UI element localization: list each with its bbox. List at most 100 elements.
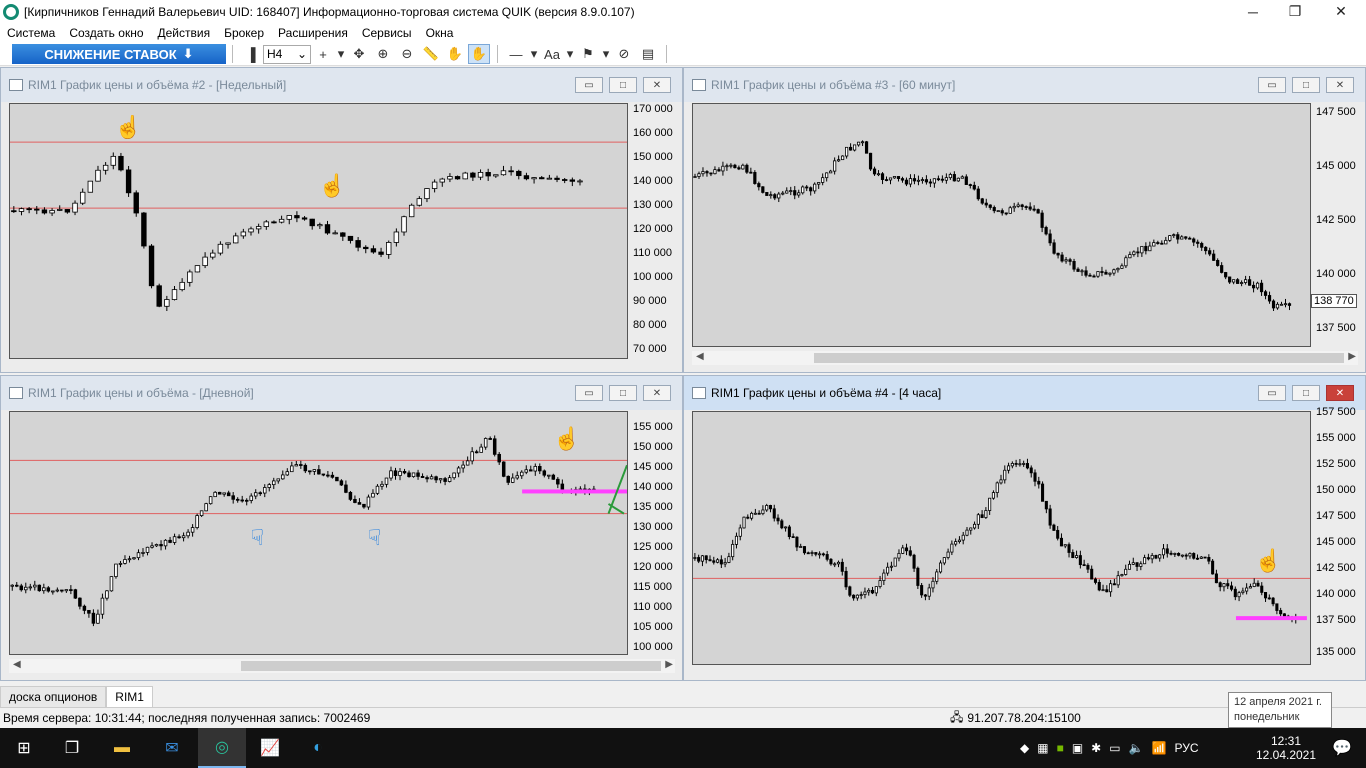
volume-icon[interactable]: 🔈 — [1129, 741, 1144, 755]
timeframe-select[interactable]: H4 ⌄ — [263, 44, 311, 64]
panel-minimize-button[interactable]: ▭ — [1258, 77, 1286, 93]
candle-body — [485, 172, 491, 177]
menu-system[interactable]: Система — [0, 26, 62, 40]
file-explorer-icon[interactable]: ▬ — [98, 728, 146, 768]
price-axis: 147 500 145 000 142 500 140 000 137 500 — [1316, 106, 1366, 346]
chart-type-icon[interactable]: ▐ — [240, 44, 262, 64]
dropdown-arrow-icon[interactable]: ▾ — [565, 44, 575, 64]
tray-app-icon[interactable]: ◆ — [1020, 741, 1029, 755]
candle-body — [880, 173, 885, 180]
windows-start-icon[interactable]: ⊞ — [0, 728, 48, 768]
panel-maximize-button[interactable]: □ — [609, 77, 637, 93]
nvidia-icon[interactable]: ■ — [1057, 741, 1064, 755]
dropdown-arrow-icon[interactable]: ▾ — [336, 44, 346, 64]
price-chart-area[interactable] — [692, 103, 1311, 347]
move-icon[interactable]: ✥ — [348, 44, 370, 64]
hide-drawings-icon[interactable]: ⊘ — [613, 44, 635, 64]
notifications-icon[interactable]: 💬 — [1318, 728, 1366, 768]
candle-body — [569, 179, 576, 182]
horizontal-scrollbar[interactable]: ◀ ▶ — [9, 659, 675, 673]
candle-body — [41, 209, 48, 214]
y-tick: 155 000 — [633, 421, 673, 433]
close-button[interactable]: ✕ — [1318, 0, 1364, 23]
tray-screen-icon[interactable]: ▣ — [1072, 741, 1083, 755]
panel-close-button[interactable]: ✕ — [1326, 385, 1354, 401]
candlestick-chart[interactable]: ☝ — [693, 412, 1310, 664]
menu-create-window[interactable]: Создать окно — [62, 26, 150, 40]
marker-icon[interactable]: ⚑ — [577, 44, 599, 64]
tray-monitor-icon[interactable]: ▦ — [1037, 741, 1048, 755]
mail-icon[interactable]: ✉ — [148, 728, 196, 768]
panel-minimize-button[interactable]: ▭ — [1258, 385, 1286, 401]
panel-close-button[interactable]: ✕ — [643, 77, 671, 93]
tray-settings-icon[interactable]: ✱ — [1091, 741, 1101, 755]
candlestick-chart[interactable] — [693, 104, 1310, 346]
tab-options-board[interactable]: доска опционов — [0, 686, 107, 707]
panel-minimize-button[interactable]: ▭ — [575, 77, 603, 93]
menu-broker[interactable]: Брокер — [217, 26, 271, 40]
candle-body — [1154, 555, 1158, 559]
minimize-button[interactable]: ─ — [1230, 0, 1276, 23]
wifi-icon[interactable]: 📶 — [1152, 741, 1167, 755]
panel-close-button[interactable]: ✕ — [1326, 77, 1354, 93]
ruler-icon[interactable]: 📏 — [420, 44, 442, 64]
candle-body — [946, 551, 950, 558]
panel-maximize-button[interactable]: □ — [609, 385, 637, 401]
panel-minimize-button[interactable]: ▭ — [575, 385, 603, 401]
crosshair-icon[interactable]: + — [312, 44, 334, 64]
battery-icon[interactable]: ▭ — [1109, 741, 1120, 755]
panel-close-button[interactable]: ✕ — [643, 385, 671, 401]
candlestick-chart[interactable]: ☟ ☟ ☝ — [10, 412, 628, 654]
menu-actions[interactable]: Действия — [151, 26, 218, 40]
menu-extensions[interactable]: Расширения — [271, 26, 355, 40]
panel-maximize-button[interactable]: □ — [1292, 77, 1320, 93]
candle-body — [844, 570, 848, 588]
panel-maximize-button[interactable]: □ — [1292, 385, 1320, 401]
hand-pan-icon[interactable]: ✋ — [468, 44, 490, 64]
zoom-in-icon[interactable]: ⊕ — [372, 44, 394, 64]
y-tick: 140 000 — [1316, 588, 1356, 600]
scroll-thumb[interactable] — [814, 353, 1344, 363]
language-indicator[interactable]: РУС — [1174, 741, 1198, 755]
candle-body — [908, 178, 913, 185]
candle-body — [1025, 463, 1029, 469]
candle-body — [957, 539, 961, 542]
candle-body — [401, 216, 407, 233]
scroll-left-icon[interactable]: ◀ — [13, 659, 21, 670]
task-view-icon[interactable]: ❐ — [48, 728, 96, 768]
layers-icon[interactable]: ▤ — [637, 44, 659, 64]
menu-services[interactable]: Сервисы — [355, 26, 419, 40]
clock[interactable]: 12:31 12.04.2021 — [1254, 728, 1318, 768]
chevron-down-icon: ⌄ — [296, 47, 307, 61]
line-tool-icon[interactable]: — — [505, 44, 527, 64]
candle-body — [150, 545, 154, 548]
scroll-left-icon[interactable]: ◀ — [696, 351, 704, 362]
chart-app-icon[interactable]: 📈 — [246, 728, 294, 768]
scroll-right-icon[interactable]: ▶ — [665, 659, 673, 670]
tab-rim1[interactable]: RIM1 — [106, 686, 153, 707]
candle-body — [1287, 303, 1292, 306]
candle-body — [904, 179, 909, 185]
hand-icon[interactable]: ✋ — [444, 44, 466, 64]
candle-body — [208, 496, 213, 505]
zoom-out-icon[interactable]: ⊖ — [396, 44, 418, 64]
scroll-thumb[interactable] — [241, 661, 661, 671]
dropdown-arrow-icon[interactable]: ▾ — [529, 44, 539, 64]
horizontal-scrollbar[interactable]: ◀ ▶ — [692, 351, 1358, 365]
candle-body — [787, 526, 791, 537]
text-tool-icon[interactable]: Aa — [541, 44, 563, 64]
candle-body — [717, 169, 721, 172]
scroll-right-icon[interactable]: ▶ — [1348, 351, 1356, 362]
promo-banner[interactable]: СНИЖЕНИЕ СТАВОК ⬇ — [12, 44, 226, 64]
price-chart-area[interactable]: ☝ ☝ — [9, 103, 628, 359]
quik-taskbar-icon[interactable]: ◎ — [198, 728, 246, 768]
price-chart-area[interactable]: ☝ — [692, 411, 1311, 665]
menu-windows[interactable]: Окна — [419, 26, 461, 40]
candlestick-chart[interactable]: ☝☝ — [10, 104, 627, 358]
candle-body — [936, 178, 940, 181]
dropdown-arrow-icon[interactable]: ▾ — [601, 44, 611, 64]
restore-button[interactable]: ❐ — [1272, 0, 1318, 23]
price-chart-area[interactable]: ☟ ☟ ☝ — [9, 411, 628, 655]
candle-body — [991, 492, 995, 499]
edge-browser-icon[interactable]: ◐ — [294, 728, 342, 768]
